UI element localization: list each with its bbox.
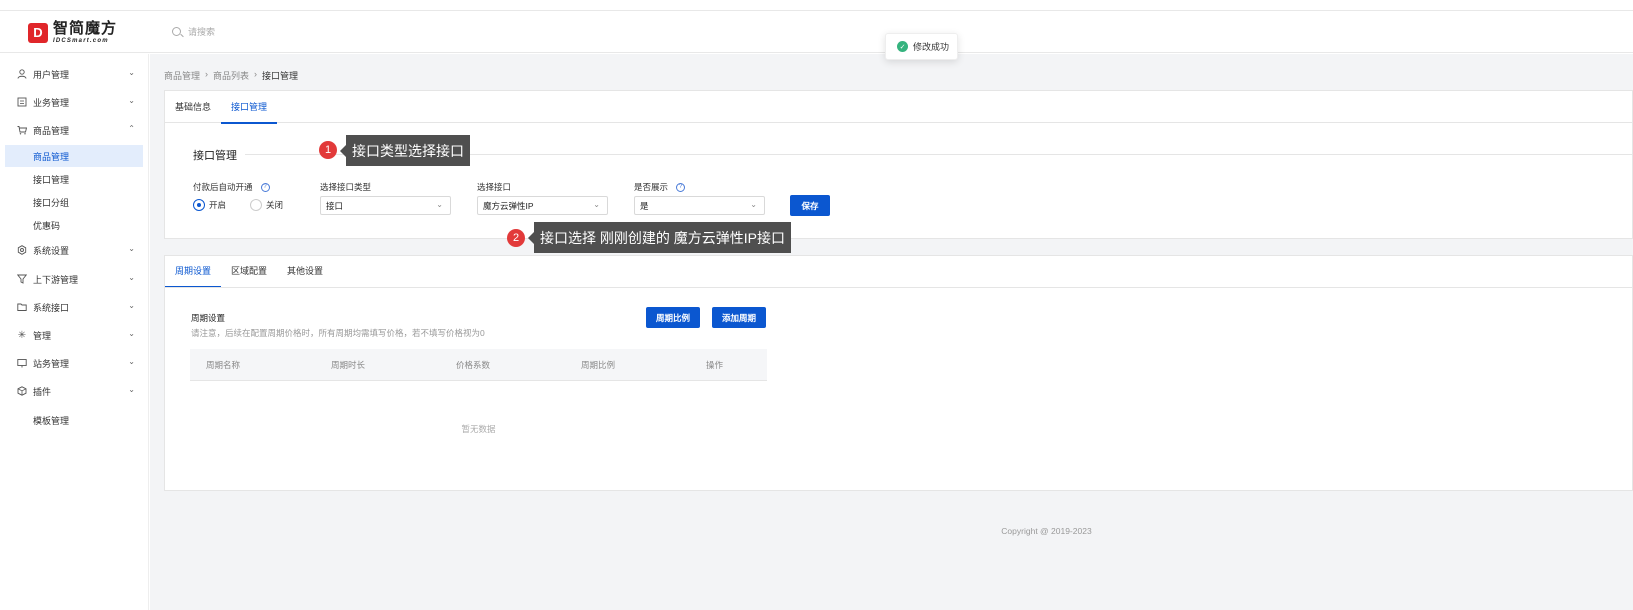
chevron-down-icon: ⌄ xyxy=(128,96,135,105)
column-header: 操作 xyxy=(706,360,724,370)
sidebar-item-plugins[interactable]: 插件 ⌄ xyxy=(0,380,149,402)
save-button[interactable]: 保存 xyxy=(790,195,830,216)
check-circle-icon: ✓ xyxy=(897,41,908,52)
breadcrumb-products[interactable]: 商品管理 xyxy=(164,69,200,82)
cycle-title: 周期设置 xyxy=(191,313,226,323)
sidebar-item-manage[interactable]: ✳ 管理 ⌄ xyxy=(0,324,149,346)
sidebar-item-products[interactable]: 商品管理 ⌃ xyxy=(0,119,149,141)
document-icon xyxy=(17,97,27,107)
section-title: 接口管理 xyxy=(193,150,237,162)
interface-type-label: 选择接口类型 xyxy=(320,182,372,192)
show-select[interactable]: 是 ⌄ xyxy=(634,196,765,215)
radio-disable[interactable]: 关闭 xyxy=(250,199,283,211)
sidebar-item-system-interface[interactable]: 系统接口 ⌄ xyxy=(0,296,149,318)
sidebar-item-station[interactable]: 站务管理 ⌄ xyxy=(0,352,149,374)
cycle-card: 周期设置 区域配置 其他设置 周期设置 请注意，后续在配置周期价格时，所有周期均… xyxy=(164,255,1633,491)
chevron-down-icon: ⌄ xyxy=(128,357,135,366)
sparkle-icon: ✳ xyxy=(17,329,27,341)
auto-open-label: 付款后自动开通 ? xyxy=(193,181,270,193)
station-icon xyxy=(17,358,27,368)
sidebar-item-users[interactable]: 用户管理 ⌄ xyxy=(0,63,149,85)
folder-icon xyxy=(17,302,27,312)
annotation-callout-1: 接口类型选择接口 xyxy=(340,135,470,166)
column-header: 周期时长 xyxy=(331,360,366,370)
chevron-down-icon: ⌄ xyxy=(128,385,135,394)
sidebar-subitem-interface-groups[interactable]: 接口分组 xyxy=(5,191,143,213)
top-tabs: 基础信息 接口管理 xyxy=(165,91,1632,124)
chevron-down-icon: ⌄ xyxy=(128,244,135,253)
chevron-down-icon: ⌄ xyxy=(128,273,135,282)
chevron-down-icon: ⌄ xyxy=(128,301,135,310)
search-placeholder: 请搜索 xyxy=(188,27,216,37)
empty-state: 暂无数据 xyxy=(461,424,496,434)
filter-icon xyxy=(17,274,27,284)
sidebar-item-settings[interactable]: 系统设置 ⌄ xyxy=(0,239,149,261)
annotation-badge-2: 2 xyxy=(507,229,525,247)
cycle-ratio-button[interactable]: 周期比例 xyxy=(646,307,700,328)
column-header: 价格系数 xyxy=(456,360,491,370)
tab-cycle-settings[interactable]: 周期设置 xyxy=(165,256,222,288)
chevron-down-icon: ⌄ xyxy=(128,329,135,338)
breadcrumb: 商品管理 › 商品列表 › 接口管理 xyxy=(164,69,299,82)
chevron-down-icon: ⌄ xyxy=(128,68,135,77)
chevron-down-icon: ⌄ xyxy=(593,200,600,209)
chevron-up-icon: ⌃ xyxy=(128,124,135,133)
breadcrumb-product-list[interactable]: 商品列表 xyxy=(213,69,249,82)
box-icon xyxy=(17,386,27,396)
bottom-tabs: 周期设置 区域配置 其他设置 xyxy=(165,256,333,288)
sidebar-item-upstream[interactable]: 上下游管理 ⌄ xyxy=(0,268,149,290)
add-cycle-button[interactable]: 添加周期 xyxy=(712,307,766,328)
sidebar-item-business[interactable]: 业务管理 ⌄ xyxy=(0,91,149,113)
logo-sub-text: IDCSmart.com xyxy=(53,38,109,44)
annotation-callout-2: 接口选择 刚刚创建的 魔方云弹性IP接口 xyxy=(527,222,792,253)
search-input[interactable]: 请搜索 xyxy=(172,25,215,38)
tab-interface-management[interactable]: 接口管理 xyxy=(221,91,278,124)
annotation-badge-1: 1 xyxy=(319,141,337,159)
cart-icon xyxy=(17,125,27,135)
auto-open-radio-group: 开启 关闭 xyxy=(193,199,283,211)
sidebar: 用户管理 ⌄ 业务管理 ⌄ 商品管理 ⌃ 商品管理 接口管理 接口分组 优惠码 … xyxy=(0,54,149,610)
logo-main-text: 智简魔方 xyxy=(53,20,118,37)
logo-mark-icon: D xyxy=(28,22,48,43)
column-header: 周期比例 xyxy=(581,360,616,370)
interface-select[interactable]: 魔方云弹性IP ⌄ xyxy=(477,196,608,215)
sidebar-item-templates[interactable]: 模板管理 xyxy=(5,409,143,431)
tab-basic-info[interactable]: 基础信息 xyxy=(165,91,221,123)
gear-icon xyxy=(17,245,27,255)
breadcrumb-current: 接口管理 xyxy=(262,71,299,81)
cycle-table-header: 周期名称 周期时长 价格系数 周期比例 操作 xyxy=(190,349,767,381)
interface-label: 选择接口 xyxy=(477,182,512,192)
top-strip xyxy=(0,0,1633,11)
user-icon xyxy=(17,69,27,79)
column-header: 周期名称 xyxy=(206,360,241,370)
help-icon[interactable]: ? xyxy=(260,182,270,192)
chevron-down-icon: ⌄ xyxy=(436,200,443,209)
sidebar-subitem-interfaces[interactable]: 接口管理 xyxy=(5,168,143,190)
interface-type-select[interactable]: 接口 ⌄ xyxy=(320,196,451,215)
sidebar-subitem-products[interactable]: 商品管理 xyxy=(5,145,143,167)
header: D 智简魔方 IDCSmart.com 请搜索 xyxy=(0,11,1633,53)
help-icon[interactable]: ? xyxy=(676,182,686,192)
sidebar-subitem-coupons[interactable]: 优惠码 xyxy=(5,214,143,236)
toast-text: 修改成功 xyxy=(913,42,950,52)
logo[interactable]: D 智简魔方 IDCSmart.com xyxy=(28,21,117,44)
copyright: Copyright @ 2019-2023 xyxy=(1001,526,1092,536)
search-icon xyxy=(172,27,181,36)
show-label: 是否展示 ? xyxy=(634,181,686,193)
cycle-description: 请注意，后续在配置周期价格时，所有周期均需填写价格，若不填写价格视为0 xyxy=(191,328,485,338)
tabs-divider xyxy=(165,287,1633,288)
radio-enable[interactable]: 开启 xyxy=(193,199,226,211)
tab-region-config[interactable]: 区域配置 xyxy=(221,256,277,287)
success-toast: ✓ 修改成功 xyxy=(885,33,958,60)
chevron-down-icon: ⌄ xyxy=(750,200,757,209)
tab-other-settings[interactable]: 其他设置 xyxy=(277,256,333,287)
